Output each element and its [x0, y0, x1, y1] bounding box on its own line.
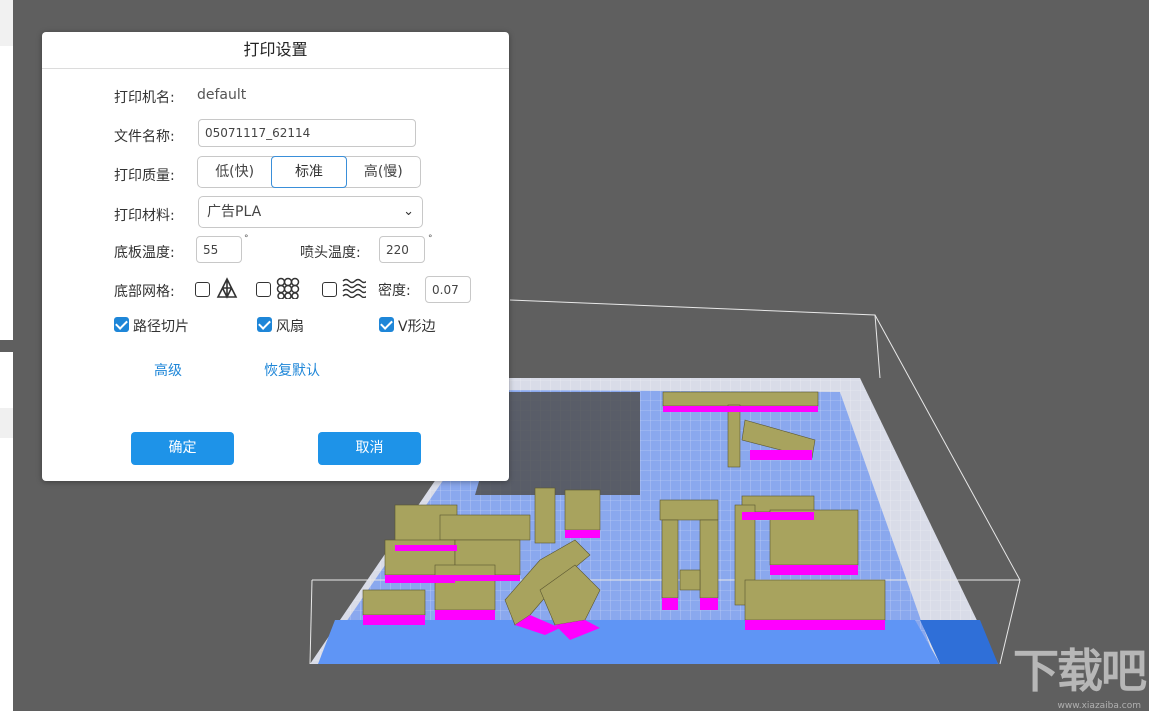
- filename-label: 文件名称:: [114, 126, 175, 146]
- density-label: 密度:: [378, 280, 411, 300]
- material-select[interactable]: 广告PLA ⌄: [198, 196, 423, 228]
- bed-temp-label: 底板温度:: [114, 242, 175, 262]
- material-label: 打印材料:: [114, 205, 175, 225]
- print-settings-dialog: 打印设置 打印机名: default 文件名称: 05071117_62114 …: [42, 32, 509, 481]
- advanced-link[interactable]: 高级: [154, 360, 182, 380]
- nozzle-temp-degree: °: [428, 234, 433, 244]
- grid-wave-checkbox[interactable]: [322, 282, 337, 297]
- v-edge-checkbox[interactable]: [379, 317, 394, 332]
- grid-triangle-checkbox[interactable]: [195, 282, 210, 297]
- cancel-button[interactable]: 取消: [318, 432, 421, 465]
- material-selected-value: 广告PLA: [207, 204, 261, 220]
- quality-segmented-control[interactable]: 低(快) 标准 高(慢): [197, 156, 421, 188]
- fan-checkbox[interactable]: [257, 317, 272, 332]
- quality-label: 打印质量:: [114, 165, 175, 185]
- path-slicing-checkbox[interactable]: [114, 317, 129, 332]
- bed-temp-input[interactable]: 55: [196, 236, 242, 263]
- nozzle-temp-label: 喷头温度:: [300, 242, 361, 262]
- grid-honeycomb-checkbox[interactable]: [256, 282, 271, 297]
- honeycomb-pattern-icon: [276, 277, 300, 299]
- quality-option-standard[interactable]: 标准: [271, 156, 346, 188]
- quality-option-low[interactable]: 低(快): [198, 157, 271, 187]
- printer-name-value: default: [197, 87, 246, 103]
- density-input[interactable]: 0.07: [425, 276, 471, 303]
- filename-input[interactable]: 05071117_62114: [198, 119, 416, 147]
- nozzle-temp-input[interactable]: 220: [379, 236, 425, 263]
- quality-option-high[interactable]: 高(慢): [347, 157, 420, 187]
- bed-temp-degree: °: [244, 234, 249, 244]
- watermark-url: www.xiazaiba.com: [1057, 701, 1141, 711]
- wave-pattern-icon: [342, 278, 366, 298]
- chevron-down-icon: ⌄: [403, 197, 414, 227]
- path-slicing-label: 路径切片: [133, 316, 189, 336]
- restore-defaults-link[interactable]: 恢复默认: [264, 360, 320, 380]
- watermark-logo: 下载吧: [1013, 635, 1145, 701]
- v-edge-label: V形边: [398, 316, 436, 336]
- ok-button[interactable]: 确定: [131, 432, 234, 465]
- printer-name-label: 打印机名:: [114, 87, 175, 107]
- triangle-pattern-icon: [216, 277, 238, 299]
- bottom-grid-label: 底部网格:: [114, 281, 175, 301]
- fan-label: 风扇: [276, 316, 304, 336]
- dialog-title: 打印设置: [42, 32, 509, 69]
